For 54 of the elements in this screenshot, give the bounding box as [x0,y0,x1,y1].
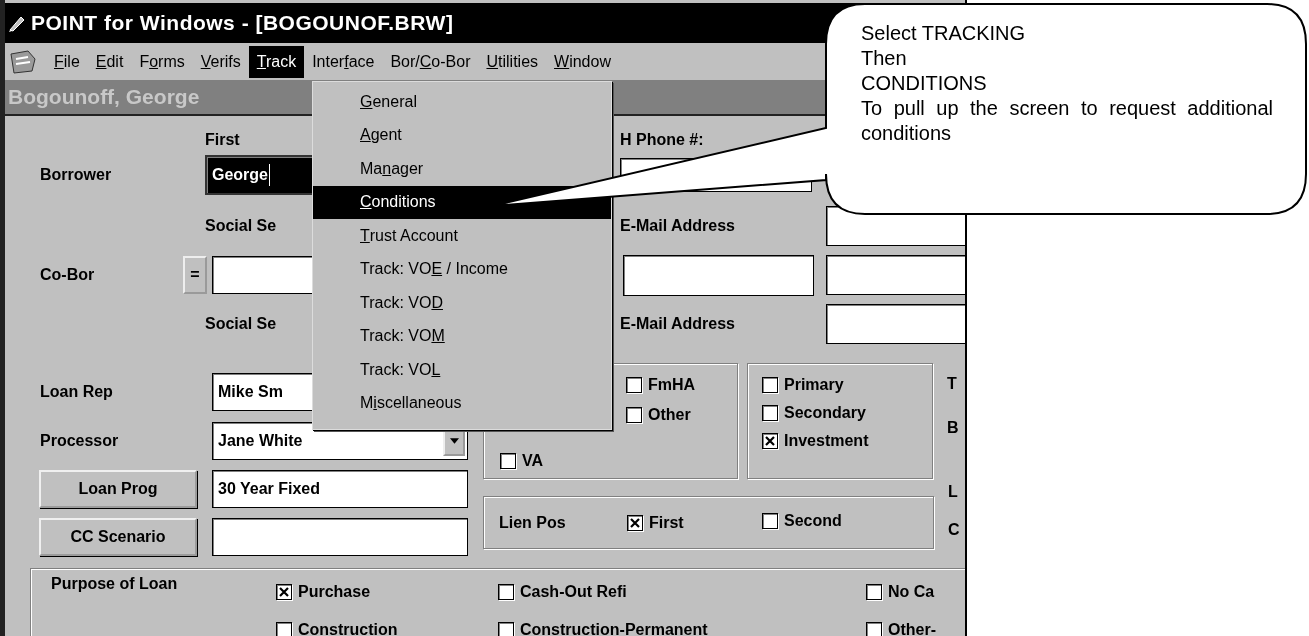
callout-text: Select TRACKING Then CONDITIONS To pull up the screen to request additional conditions [861,21,1273,146]
loan-program-button[interactable]: Loan Prog [39,470,197,508]
field-label: B [947,419,959,437]
checkbox-label: No Ca [888,583,935,602]
menu-item[interactable]: General [313,85,611,119]
field-label: Loan Rep [40,382,114,401]
menu-item[interactable]: Verifs [192,45,249,78]
menu-item[interactable]: Agent [313,118,611,152]
group-label: Lien Pos [499,513,567,532]
record-name: Bogounoff, George [7,85,200,109]
menu-item[interactable]: Utilities [478,45,547,78]
field-label: H Phone #: [620,131,704,148]
menu-item[interactable]: Trust Account [313,219,611,253]
checkbox-label: First [649,513,684,532]
field-label: C [948,521,960,539]
copy-button[interactable]: = [183,256,207,294]
menu-item[interactable]: Track: VOE / Income [313,252,611,286]
menu-item[interactable]: Track: VOD [313,286,611,320]
menu-item[interactable]: Miscellaneous [313,386,611,420]
field-label: Processor [40,431,120,450]
checkbox-label: Cash-Out Refi [520,583,627,602]
field-label: Co-Bor [40,266,95,284]
checkbox-label: Primary [784,376,844,394]
field-label: E-Mail Address [620,217,735,234]
checkbox-label: Other [648,406,691,424]
menu-item[interactable]: Interface [304,45,383,78]
checkbox-label: Other- [888,620,936,636]
menu-item[interactable]: Track: VOM [313,319,611,353]
checkbox-label: Investment [784,432,869,450]
checkbox-label: Construction [298,620,398,636]
checkbox-label: FmHA [648,376,696,394]
menu-item[interactable]: Track [248,45,305,78]
checkbox-label: VA [522,452,544,470]
field-label: Social Se [205,315,277,332]
menu-item[interactable]: Track: VOL [313,353,611,387]
field-label: L [948,483,959,501]
scenario-button[interactable]: CC Scenario [39,518,197,556]
checkbox-label: Purchase [298,583,371,602]
checkbox-label: Secondary [784,404,866,422]
menu-item[interactable]: File [46,45,88,78]
field-label: T [947,375,958,393]
menu-item[interactable]: Bor/Co-Bor [382,45,479,78]
field-label: Borrower [40,166,112,184]
loan-program-field[interactable]: 30 Year Fixed [212,470,468,508]
field-label: Social Se [205,217,277,234]
field-label: First [205,131,240,148]
group-label: Purpose of Loan [51,575,179,594]
window-title: POINT for Windows - [BOGOUNOF.BRW] [31,11,454,35]
checkbox-label: Second [784,512,842,530]
menu-item[interactable]: Window [546,45,619,78]
menu-item[interactable]: Edit [87,45,132,78]
checkbox-label: Construction-Permanent [520,620,708,636]
menu-item[interactable]: Forms [131,45,193,78]
field-label: E-Mail Address [620,315,735,332]
